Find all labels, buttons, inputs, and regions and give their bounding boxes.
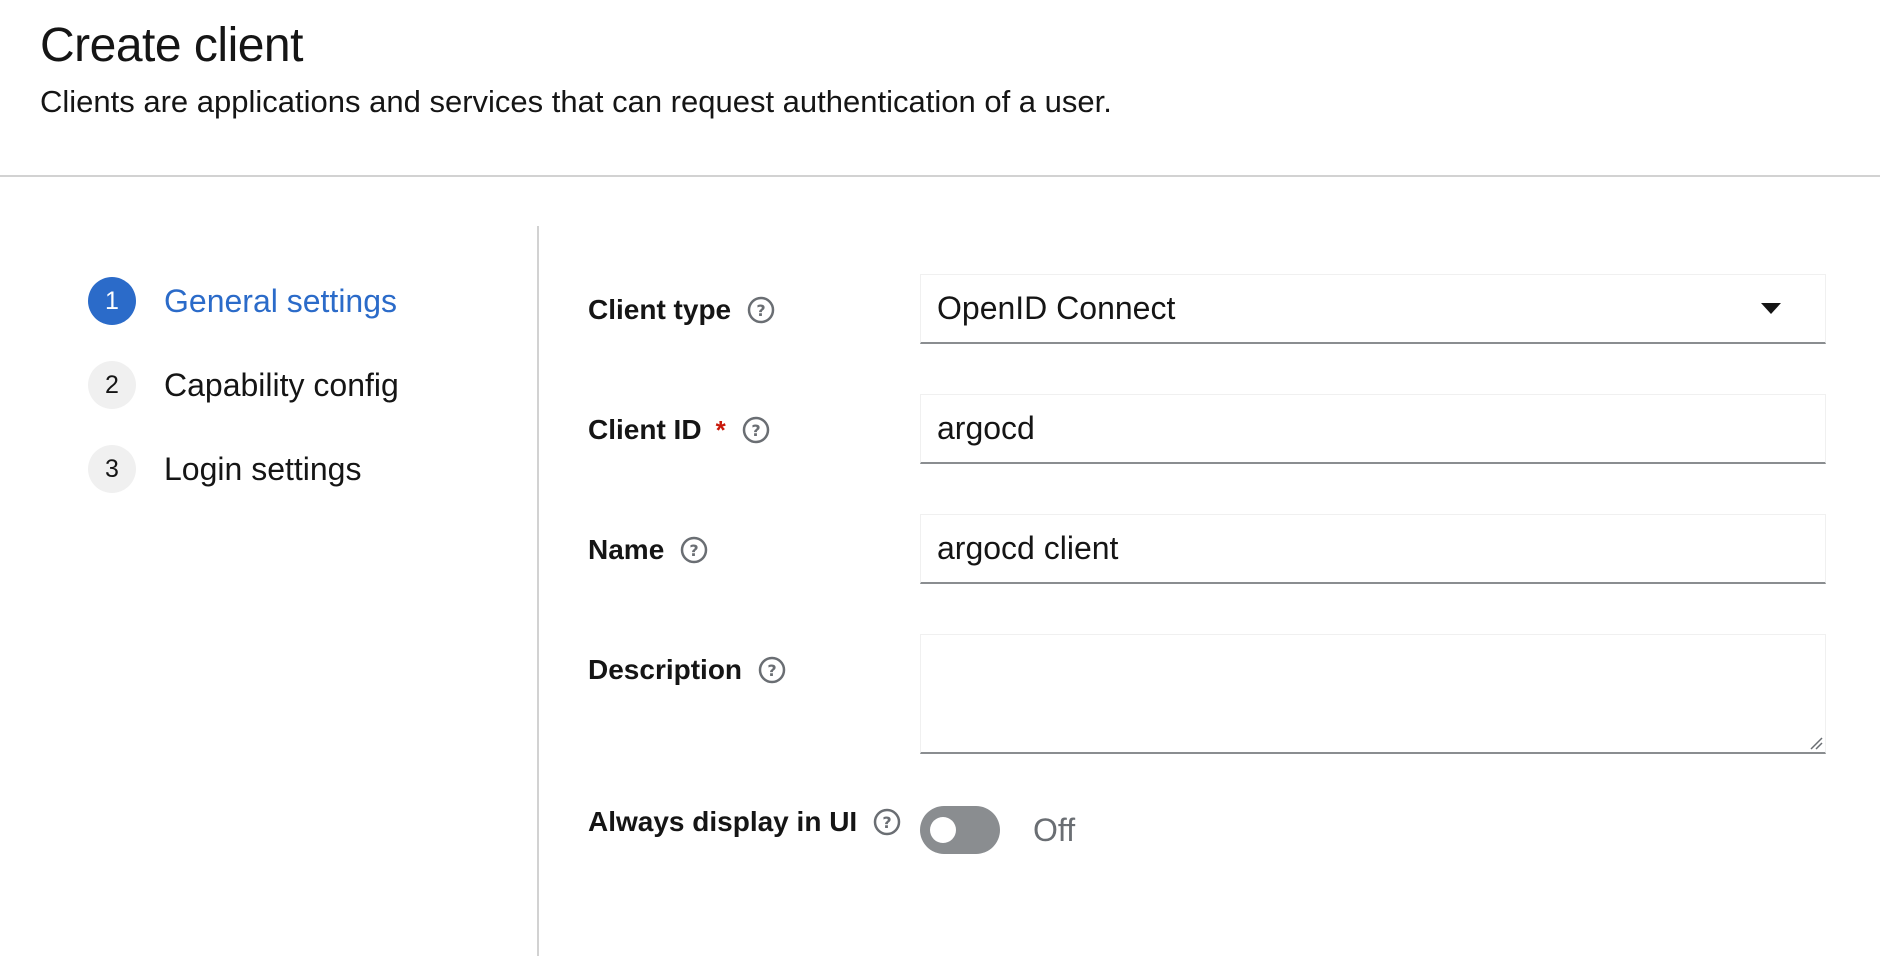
question-circle-icon[interactable]: ? [680,536,708,564]
wizard-step-general-settings[interactable]: 1 General settings [88,276,397,326]
wizard-nav: 1 General settings 2 Capability config 3… [0,226,539,956]
page-header: Create client Clients are applications a… [0,0,1880,177]
question-circle-icon[interactable]: ? [742,416,770,444]
svg-text:?: ? [690,541,699,560]
description-label: Description ? [588,654,786,686]
always-display-label-text: Always display in UI [588,806,858,837]
name-value: argocd client [937,530,1119,566]
svg-text:?: ? [757,301,766,320]
client-id-label: Client ID * ? [588,414,770,446]
name-input[interactable]: argocd client [920,514,1826,584]
description-row: Description ? [588,634,1828,756]
toggle-state-text: Off [1033,811,1076,848]
step-label: Login settings [164,450,362,487]
step-label: Capability config [164,366,399,403]
svg-text:?: ? [883,813,892,832]
description-label-text: Description [588,654,743,685]
wizard-step-capability-config[interactable]: 2 Capability config [88,360,399,410]
required-indicator: * [715,414,726,445]
client-id-input[interactable]: argocd [920,394,1826,464]
client-type-row: Client type ? OpenID Connect [588,274,1828,346]
step-number: 1 [88,277,136,325]
client-id-label-text: Client ID [588,414,702,445]
question-circle-icon[interactable]: ? [758,656,786,684]
caret-down-icon [1761,303,1781,314]
wizard-step-login-settings[interactable]: 3 Login settings [88,444,361,494]
always-display-control: Off [920,806,1826,854]
svg-text:?: ? [751,421,760,440]
name-label: Name ? [588,534,708,566]
client-id-value: argocd [937,410,1035,446]
client-type-value: OpenID Connect [937,290,1176,326]
step-number: 3 [88,445,136,493]
resize-handle-icon[interactable] [1809,736,1823,750]
svg-text:?: ? [767,661,776,680]
always-display-row: Always display in UI ? Off [588,806,1828,856]
client-type-label: Client type ? [588,294,775,326]
client-type-select[interactable]: OpenID Connect [920,274,1826,344]
step-number: 2 [88,361,136,409]
description-textarea[interactable] [920,634,1826,754]
name-row: Name ? argocd client [588,514,1828,586]
question-circle-icon[interactable]: ? [747,296,775,324]
page-subtitle: Clients are applications and services th… [40,84,1112,119]
client-type-label-text: Client type [588,294,732,325]
name-label-text: Name [588,534,665,565]
always-display-label: Always display in UI ? [588,806,901,838]
step-label: General settings [164,282,398,319]
client-id-row: Client ID * ? argocd [588,394,1828,466]
always-display-toggle[interactable] [920,806,1000,854]
toggle-knob [930,817,956,843]
page-title: Create client [40,19,303,72]
question-circle-icon[interactable]: ? [873,808,901,836]
